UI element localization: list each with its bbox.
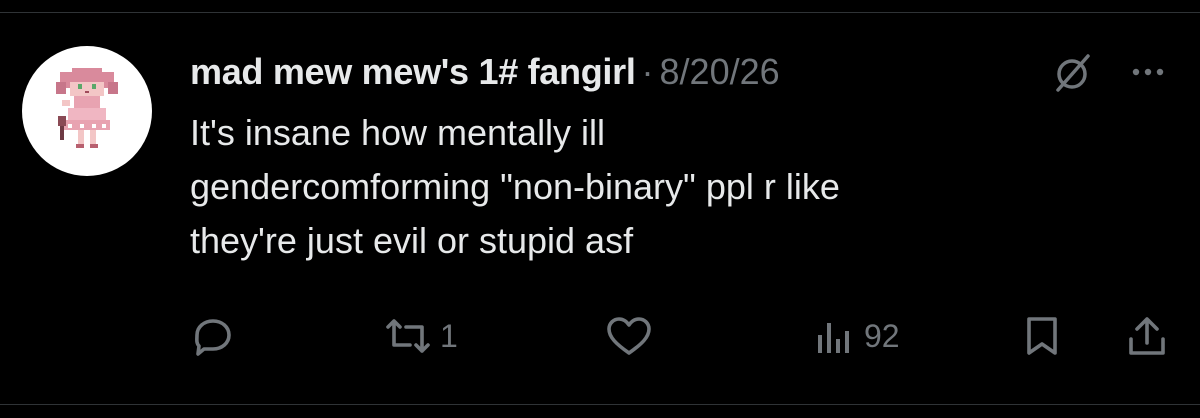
bottom-divider [0, 404, 1200, 405]
more-options-icon[interactable] [1126, 58, 1170, 86]
share-icon [1129, 317, 1165, 355]
header-separator: · [641, 51, 654, 92]
views-icon [818, 323, 849, 353]
no-symbol-icon [1052, 50, 1096, 94]
repost-icon [386, 319, 430, 353]
tweet-text-line: they're just evil or stupid asf [190, 220, 634, 261]
repost-count: 1 [440, 317, 458, 354]
tweet-date[interactable]: 8/20/26 [660, 51, 780, 93]
avatar-pixel-character-image [56, 68, 118, 148]
tweet-header: mad mew mew's 1# fangirl · 8/20/26 [190, 46, 780, 98]
repost-button[interactable]: 1 [382, 308, 458, 364]
tweet-text-line: gendercomforming "non-binary" ppl r like [190, 166, 840, 207]
tweet-text: It's insane how mentally ill gendercomfo… [190, 106, 1180, 268]
views-count: 92 [864, 317, 900, 354]
like-icon [607, 317, 651, 355]
like-button[interactable] [604, 308, 660, 364]
reply-button[interactable] [190, 308, 242, 364]
top-divider [0, 12, 1200, 13]
reply-icon [195, 319, 231, 356]
share-button[interactable] [1124, 308, 1170, 364]
bookmark-button[interactable] [1020, 308, 1064, 364]
tweet-text-line: It's insane how mentally ill [190, 112, 606, 153]
bookmark-icon [1027, 317, 1057, 355]
avatar[interactable] [22, 46, 152, 176]
views-button[interactable]: 92 [812, 308, 900, 364]
display-name[interactable]: mad mew mew's 1# fangirl [190, 51, 636, 93]
